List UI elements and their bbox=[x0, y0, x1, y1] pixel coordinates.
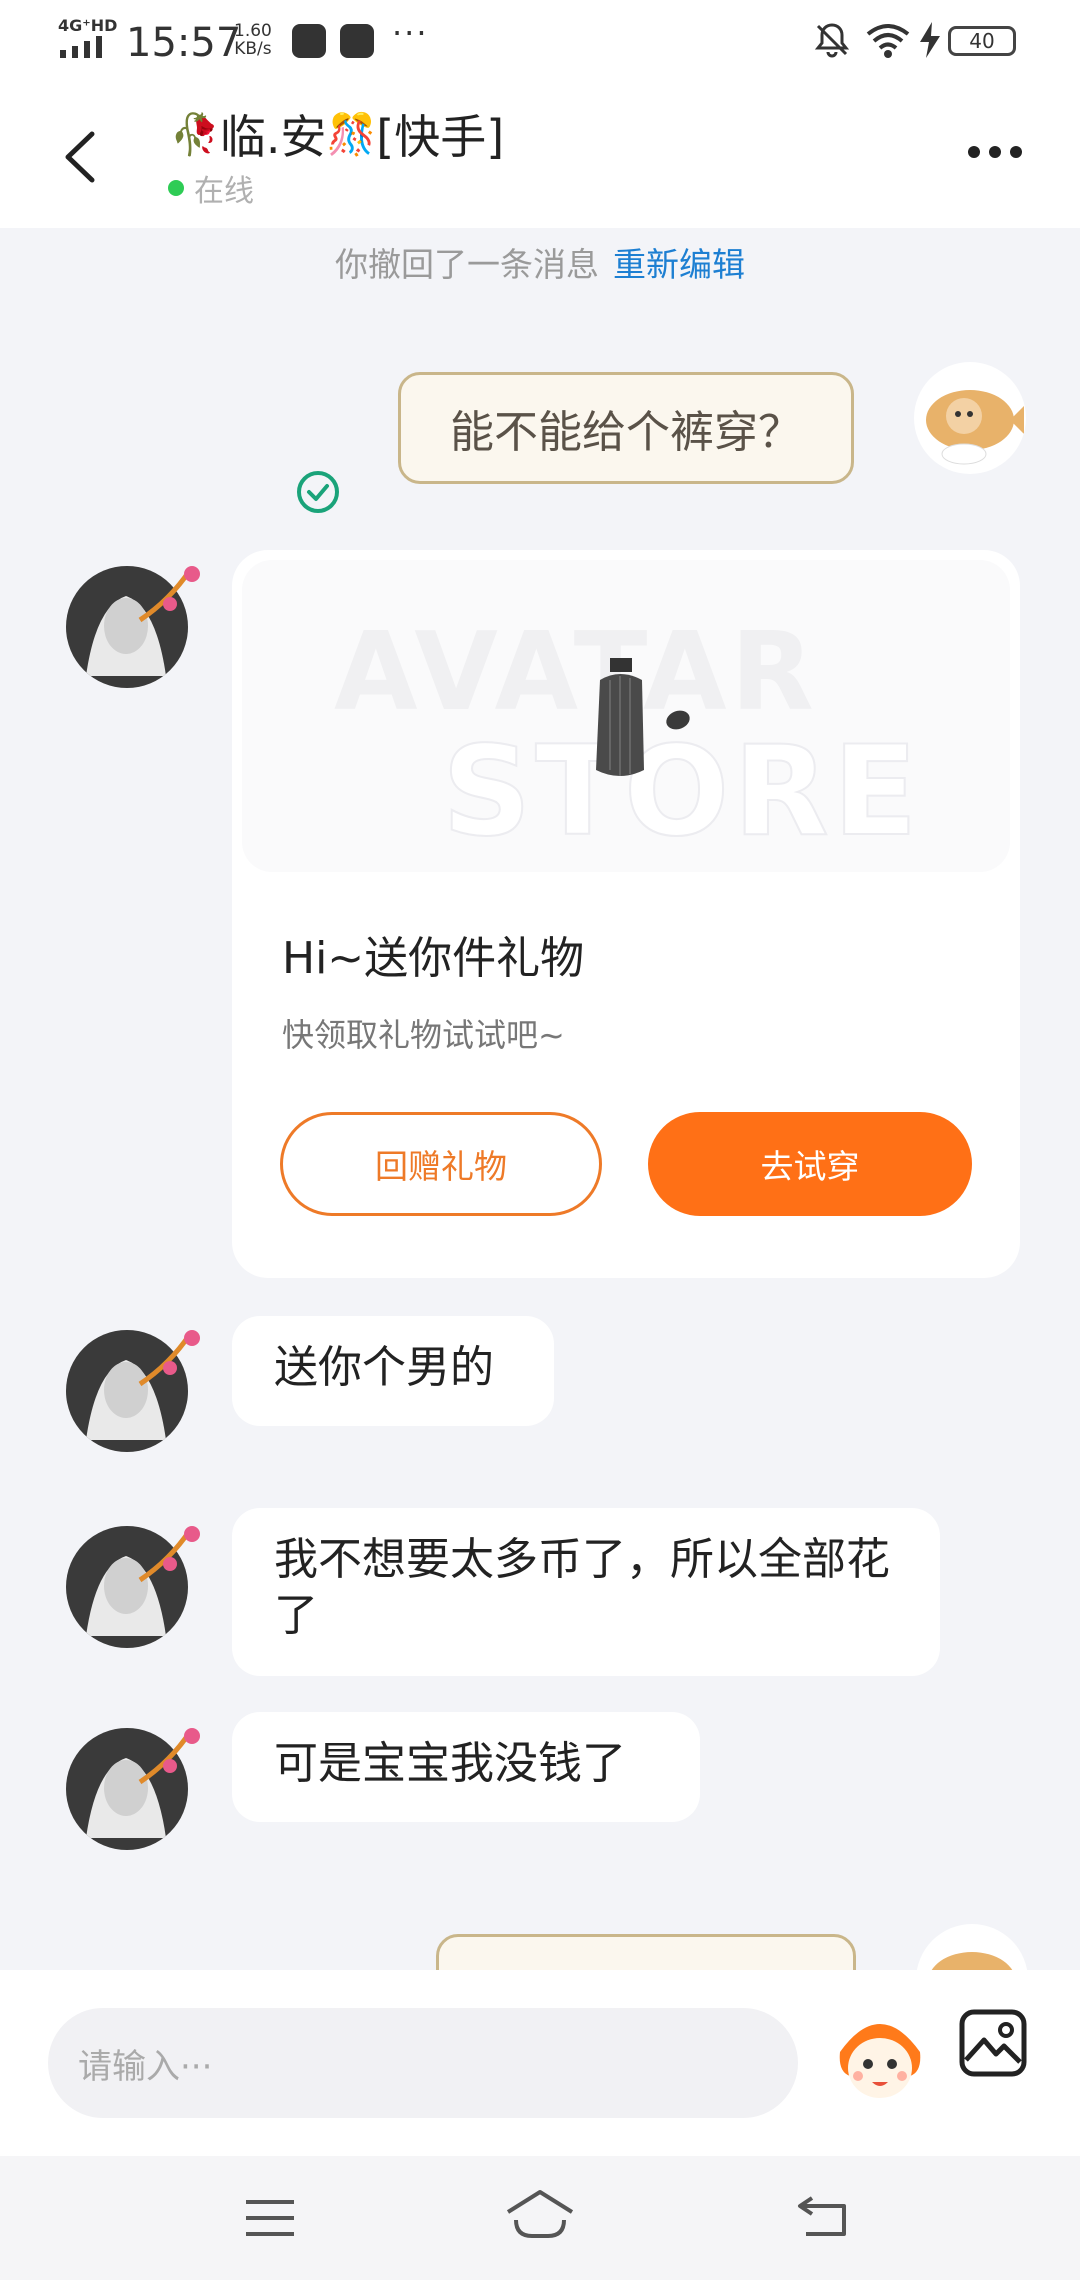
watermark-avatar: AVATAR bbox=[334, 610, 818, 735]
input-bar: 请输入··· bbox=[0, 1970, 1080, 2156]
message-bubble[interactable]: 我不想要太多币了，所以全部花了 bbox=[232, 1508, 940, 1676]
fish-cake-cat-icon bbox=[926, 390, 1024, 465]
return-gift-button[interactable]: 回赠礼物 bbox=[280, 1112, 602, 1216]
menu-icon[interactable] bbox=[244, 2198, 296, 2238]
clock: 15:57 bbox=[126, 20, 242, 66]
contact-source: [快手] bbox=[376, 110, 505, 164]
gift-image: AVATAR STORE bbox=[242, 560, 1010, 872]
try-on-button[interactable]: 去试穿 bbox=[648, 1112, 972, 1216]
confetti-emoji: 🎊 bbox=[326, 111, 377, 158]
cupid-bow-icon bbox=[138, 1526, 200, 1583]
return-icon[interactable] bbox=[796, 2192, 852, 2240]
online-status: 在线 bbox=[168, 166, 254, 210]
message-bubble[interactable]: 送你个男的 bbox=[232, 1316, 554, 1426]
online-status-label: 在线 bbox=[194, 174, 254, 209]
charging-icon bbox=[920, 22, 940, 58]
home-icon[interactable] bbox=[504, 2188, 576, 2240]
input-placeholder: 请输入··· bbox=[78, 2046, 213, 2087]
message-bubble[interactable]: 可是宝宝我没钱了 bbox=[232, 1712, 700, 1822]
gift-card[interactable]: AVATAR STORE Hi~送你件礼物 快领取礼物试试吧~ 回赠礼物 去试穿 bbox=[232, 550, 1020, 1278]
more-notifications: ··· bbox=[392, 14, 429, 52]
bell-muted-icon bbox=[814, 23, 850, 58]
message-text: 我不想要太多币了，所以全部花了 bbox=[274, 1534, 890, 1641]
status-bar: 4G⁺HD 15:57 1.60 KB/s ··· 40 bbox=[0, 0, 1080, 82]
cupid-bow-icon bbox=[138, 1330, 200, 1387]
wifi-icon bbox=[866, 24, 910, 58]
my-message-bubble[interactable]: 能不能给个裤穿？ bbox=[398, 372, 854, 484]
net-speed-value: 1.60 bbox=[234, 21, 272, 41]
cupid-bow-icon bbox=[138, 566, 200, 623]
message-text: 能不能给个裤穿？ bbox=[450, 407, 802, 458]
recall-text: 你撤回了一条消息 bbox=[335, 245, 599, 284]
notification-app-icon bbox=[292, 24, 326, 58]
cupid-bow-icon bbox=[138, 1728, 200, 1785]
contact-name: 临.安 bbox=[219, 110, 327, 164]
gift-subtitle: 快领取礼物试试吧~ bbox=[282, 1016, 565, 1054]
signal-icon bbox=[60, 36, 102, 58]
back-arrow-icon[interactable] bbox=[52, 122, 112, 192]
system-nav-bar bbox=[0, 2156, 1080, 2280]
message-text: 送你个男的 bbox=[274, 1342, 494, 1393]
chat-header: 🥀 临.安 🎊 [快手] 在线 bbox=[0, 82, 1080, 228]
vest-garment-icon bbox=[596, 658, 690, 776]
battery-indicator: 40 bbox=[948, 26, 1016, 56]
chat-title[interactable]: 🥀 临.安 🎊 [快手] bbox=[170, 104, 504, 164]
network-indicator: 4G⁺HD bbox=[58, 16, 118, 35]
notification-app-icon bbox=[340, 24, 374, 58]
wilted-rose-emoji: 🥀 bbox=[170, 111, 220, 158]
check-circle-icon bbox=[297, 471, 339, 513]
net-speed-unit: KB/s bbox=[234, 39, 272, 59]
re-edit-link[interactable]: 重新编辑 bbox=[613, 245, 745, 284]
net-speed: 1.60 KB/s bbox=[234, 22, 272, 58]
my-avatar[interactable] bbox=[914, 362, 1026, 474]
emoji-mascot-icon[interactable] bbox=[830, 2002, 930, 2112]
gift-title: Hi~送你件礼物 bbox=[282, 933, 585, 984]
more-icon[interactable] bbox=[960, 122, 1030, 182]
message-text: 可是宝宝我没钱了 bbox=[274, 1738, 626, 1789]
message-input[interactable]: 请输入··· bbox=[48, 2008, 798, 2118]
online-dot-icon bbox=[168, 180, 184, 196]
image-icon[interactable] bbox=[958, 2008, 1028, 2078]
recall-notice: 你撤回了一条消息 重新编辑 bbox=[0, 238, 1080, 286]
